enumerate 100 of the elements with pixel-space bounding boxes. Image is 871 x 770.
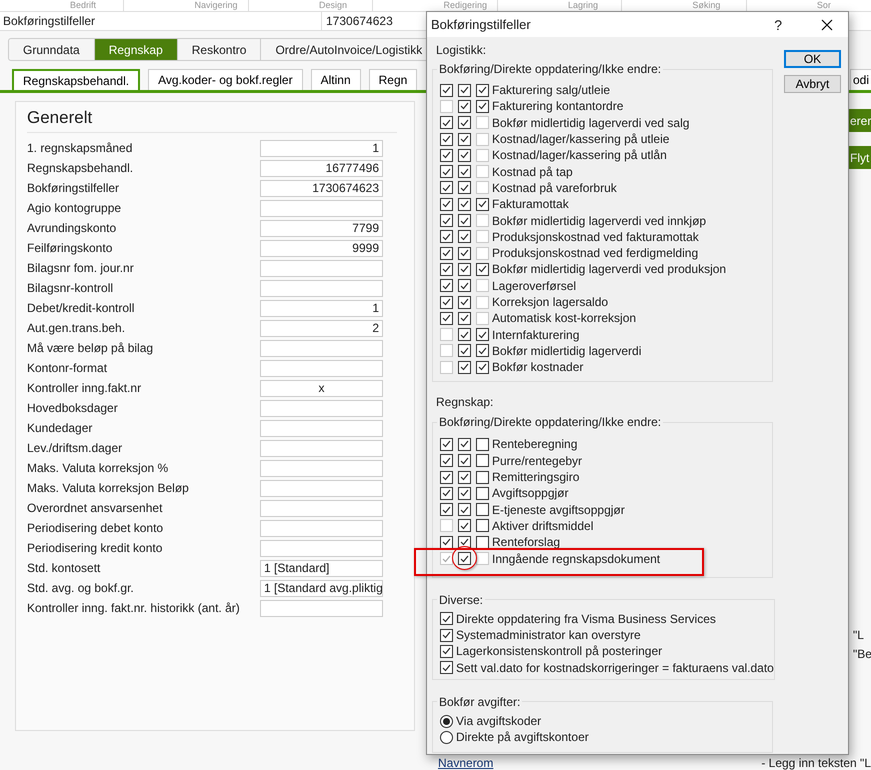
input-field[interactable] bbox=[260, 480, 383, 496]
checkbox[interactable] bbox=[440, 644, 453, 658]
input-field[interactable] bbox=[260, 260, 383, 276]
sub-tab[interactable]: Regn bbox=[368, 69, 418, 90]
namespace-link[interactable]: Navnerom bbox=[438, 756, 494, 770]
checkbox[interactable] bbox=[440, 132, 453, 146]
checkbox[interactable] bbox=[440, 198, 453, 211]
checkbox[interactable] bbox=[458, 360, 471, 374]
input-field[interactable]: 1730674623 bbox=[260, 180, 383, 196]
checkbox[interactable] bbox=[458, 214, 471, 228]
checkbox[interactable] bbox=[458, 328, 471, 342]
checkbox[interactable] bbox=[440, 438, 453, 451]
radio-button[interactable] bbox=[440, 730, 453, 744]
input-field[interactable]: 1 [Standard] bbox=[260, 560, 383, 576]
checkbox[interactable] bbox=[476, 503, 489, 516]
checkbox[interactable] bbox=[476, 328, 489, 342]
checkbox[interactable] bbox=[476, 454, 489, 468]
checkbox[interactable] bbox=[458, 344, 471, 358]
tab[interactable]: Reskontro bbox=[178, 38, 262, 61]
checkbox[interactable] bbox=[458, 296, 471, 308]
checkbox[interactable] bbox=[458, 132, 471, 146]
sub-tab[interactable]: Altinn bbox=[310, 69, 361, 90]
checkbox[interactable] bbox=[440, 470, 453, 484]
checkbox[interactable] bbox=[440, 214, 453, 228]
input-field[interactable] bbox=[260, 520, 383, 536]
input-field[interactable] bbox=[260, 460, 383, 476]
checkbox[interactable] bbox=[440, 279, 453, 292]
input-field[interactable] bbox=[260, 200, 383, 216]
checkbox[interactable] bbox=[458, 519, 471, 532]
checkbox[interactable] bbox=[440, 536, 453, 549]
checkbox[interactable] bbox=[440, 661, 453, 674]
checkbox[interactable] bbox=[458, 312, 471, 325]
input-field[interactable]: 1 [Standard avg.pliktig bbox=[260, 580, 383, 596]
checkbox[interactable] bbox=[440, 612, 453, 626]
input-field[interactable] bbox=[260, 280, 383, 296]
checkbox[interactable] bbox=[476, 100, 489, 113]
checkbox[interactable] bbox=[458, 165, 471, 178]
input-field[interactable] bbox=[260, 440, 383, 456]
input-field[interactable]: 2 bbox=[260, 320, 383, 336]
checkbox[interactable] bbox=[458, 116, 471, 130]
checkbox[interactable] bbox=[440, 84, 453, 97]
checkbox[interactable] bbox=[476, 438, 489, 451]
checkbox[interactable] bbox=[440, 262, 453, 276]
checkbox[interactable] bbox=[440, 296, 453, 308]
action-button[interactable]: Flyt bbox=[847, 146, 871, 169]
checkbox[interactable] bbox=[440, 181, 453, 194]
checkbox[interactable] bbox=[440, 116, 453, 130]
checkbox[interactable] bbox=[458, 181, 471, 194]
checkbox[interactable] bbox=[476, 262, 489, 276]
checkbox[interactable] bbox=[458, 230, 471, 244]
radio-button[interactable] bbox=[440, 714, 453, 728]
checkbox[interactable] bbox=[458, 148, 471, 162]
checkbox[interactable] bbox=[440, 312, 453, 325]
checkbox[interactable] bbox=[440, 165, 453, 178]
checkbox[interactable] bbox=[476, 344, 489, 358]
checkbox[interactable] bbox=[458, 552, 471, 566]
checkbox[interactable] bbox=[476, 519, 489, 532]
help-button[interactable]: ? bbox=[774, 16, 782, 32]
input-field[interactable]: 1 bbox=[260, 300, 383, 316]
checkbox[interactable] bbox=[458, 438, 471, 451]
checkbox[interactable] bbox=[440, 486, 453, 500]
input-field[interactable]: 1 bbox=[260, 140, 383, 156]
checkbox[interactable] bbox=[458, 100, 471, 113]
input-field[interactable]: 9999 bbox=[260, 240, 383, 256]
checkbox[interactable] bbox=[458, 503, 471, 516]
dialog-button[interactable]: OK bbox=[784, 50, 841, 68]
input-field[interactable]: 7799 bbox=[260, 220, 383, 236]
sub-tab[interactable]: Avg.koder- og bokf.regler bbox=[148, 69, 303, 90]
input-field[interactable] bbox=[260, 400, 383, 416]
tab[interactable]: Regnskap bbox=[94, 38, 178, 61]
input-field[interactable] bbox=[260, 340, 383, 356]
checkbox[interactable] bbox=[476, 84, 489, 97]
checkbox[interactable] bbox=[458, 454, 471, 468]
checkbox[interactable] bbox=[440, 628, 453, 642]
input-field[interactable] bbox=[260, 360, 383, 376]
input-field[interactable]: 16777496 bbox=[260, 160, 383, 176]
dialog-button[interactable]: Avbryt bbox=[784, 75, 841, 93]
checkbox[interactable] bbox=[476, 198, 489, 211]
sub-tab[interactable]: odi bbox=[850, 69, 871, 90]
checkbox[interactable] bbox=[458, 470, 471, 484]
checkbox[interactable] bbox=[476, 536, 489, 549]
checkbox[interactable] bbox=[440, 454, 453, 468]
input-field[interactable] bbox=[260, 600, 383, 616]
input-field[interactable] bbox=[260, 420, 383, 436]
checkbox[interactable] bbox=[440, 503, 453, 516]
checkbox[interactable] bbox=[458, 262, 471, 276]
checkbox[interactable] bbox=[440, 230, 453, 244]
checkbox[interactable] bbox=[440, 148, 453, 162]
input-field[interactable]: x bbox=[260, 380, 383, 396]
checkbox[interactable] bbox=[458, 246, 471, 260]
checkbox[interactable] bbox=[440, 246, 453, 260]
checkbox[interactable] bbox=[458, 84, 471, 97]
action-button[interactable]: erer bbox=[847, 109, 871, 132]
checkbox[interactable] bbox=[458, 279, 471, 292]
checkbox[interactable] bbox=[476, 360, 489, 374]
checkbox[interactable] bbox=[476, 470, 489, 484]
checkbox[interactable] bbox=[458, 536, 471, 549]
input-field[interactable] bbox=[260, 500, 383, 516]
sub-tab[interactable]: Regnskapsbehandl. bbox=[12, 69, 140, 90]
checkbox[interactable] bbox=[476, 486, 489, 500]
